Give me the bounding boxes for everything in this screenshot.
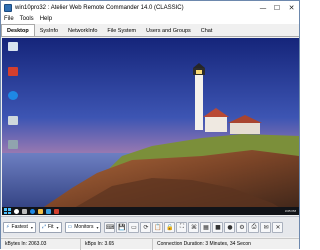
app-window: win10pro32 : Atelier Web Remote Commande… [0,0,300,250]
close-button[interactable]: ✕ [284,1,299,14]
tab-desktop[interactable]: Desktop [1,24,35,36]
mouse-icon[interactable]: ⛶ [176,221,188,233]
edge-taskbar-icon[interactable] [30,208,35,214]
refresh-icon[interactable]: ⟳ [140,221,152,233]
desktop-icon-edge[interactable] [6,91,20,100]
menu-bar: File Tools Help [1,14,299,24]
windows-start-icon[interactable] [4,208,11,214]
search-icon[interactable] [14,208,19,214]
grid-icon[interactable]: ▦ [200,221,212,233]
menu-file[interactable]: File [1,16,17,22]
taskbar-clock[interactable]: 3:05 PM [285,209,296,213]
menu-tools[interactable]: Tools [17,16,37,22]
speed-icon: ⚡ [6,224,10,230]
file-icon [8,116,18,125]
monitors-select[interactable]: ▭ Monitors ▾ [64,221,102,233]
status-connection-duration: Connection Duration: 3 Minutes, 34 Secon [157,241,251,247]
remote-desktop-view[interactable]: 3:05 PM [2,38,299,215]
ctrl-alt-del-icon[interactable]: ⌨ [104,221,116,233]
chat-icon[interactable]: ✉ [260,221,272,233]
minimize-button[interactable]: — [256,1,270,14]
tab-file-system[interactable]: File System [102,25,141,36]
tab-sysinfo[interactable]: SysInfo [35,25,63,36]
explorer-taskbar-icon[interactable] [38,208,43,214]
screen-icon[interactable]: ▭ [128,221,140,233]
color-icon[interactable]: ■ [212,221,224,233]
awrc-taskbar-icon[interactable] [54,208,59,214]
status-bar: kBytes In: 2063.03 kBps In: 3.65 Connect… [1,238,299,250]
tab-chat[interactable]: Chat [196,25,218,36]
tab-users-and-groups[interactable]: Users and Groups [141,25,196,36]
status-kbytes-in: kBytes In: 2063.03 [1,238,81,250]
keyboard-icon[interactable]: ⌘ [188,221,200,233]
recycle-bin-icon [8,42,18,51]
desktop-wallpaper [2,38,299,215]
speed-value: Fastest [11,224,28,230]
window-title: win10pro32 : Atelier Web Remote Commande… [15,4,184,11]
title-bar[interactable]: win10pro32 : Atelier Web Remote Commande… [1,1,299,14]
chevron-down-icon: ▾ [56,224,59,230]
folder-icon [8,140,18,149]
status-kbps-in: kBps In: 3.65 [81,238,153,250]
disconnect-icon[interactable]: ✕ [272,221,284,233]
fit-icon: ⤢ [41,224,46,230]
tab-networkinfo[interactable]: NetworkInfo [63,25,102,36]
chevron-down-icon: ▾ [30,224,33,230]
settings-icon[interactable]: ⚙ [236,221,248,233]
record-icon[interactable]: ● [224,221,236,233]
shortcut-icon [8,67,18,76]
chevron-down-icon: ▾ [96,224,99,230]
monitors-label: Monitors [74,224,94,230]
clipboard-icon[interactable]: 📋 [152,221,164,233]
speed-select[interactable]: ⚡ Fastest ▾ [3,221,36,233]
desktop-icon-folder[interactable] [6,140,20,149]
app-icon [4,3,12,12]
edge-icon [8,91,18,100]
store-taskbar-icon[interactable] [46,208,51,214]
screenshot-icon[interactable]: ⎙ [248,221,260,233]
bottom-toolbar: ⚡ Fastest ▾ ⤢ Fit ▾ ▭ Monitors ▾ ⌨ 💾 ▭ ⟳ 📋 🔒 ⛶… [1,216,299,237]
maximize-button[interactable]: ☐ [270,1,284,14]
fit-value: Fit [47,224,54,230]
tab-bar: Desktop SysInfo NetworkInfo File System … [1,24,299,37]
desktop-icon-recycle-bin[interactable] [6,42,20,51]
desktop-icon-shortcut[interactable] [6,67,20,76]
menu-help[interactable]: Help [37,16,55,22]
save-icon[interactable]: 💾 [116,221,128,233]
desktop-icon-file[interactable] [6,116,20,125]
lock-icon[interactable]: 🔒 [164,221,176,233]
remote-taskbar: 3:05 PM [2,207,299,215]
task-view-icon[interactable] [22,208,27,214]
monitor-icon: ▭ [67,224,73,230]
fit-select[interactable]: ⤢ Fit ▾ [38,221,62,233]
